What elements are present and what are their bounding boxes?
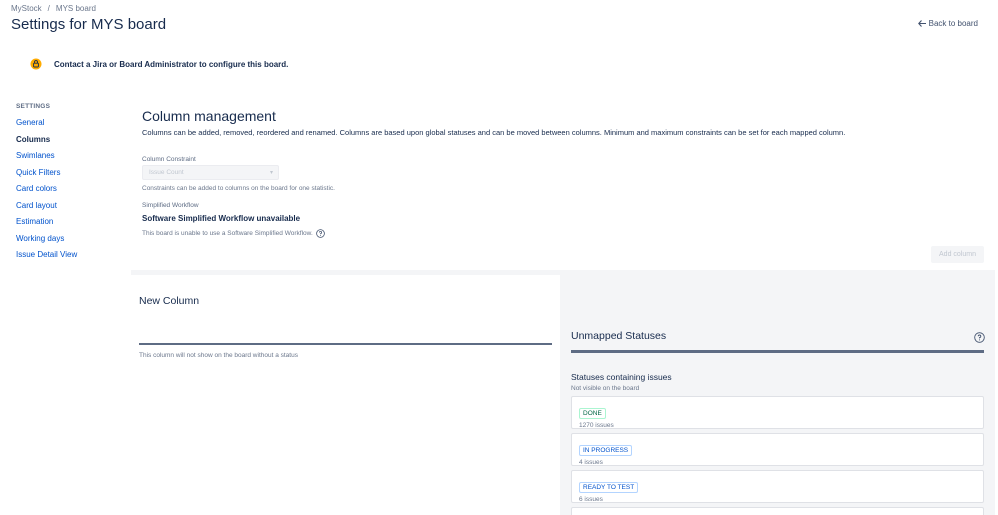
sidebar-item-card-layout[interactable]: Card layout (16, 198, 116, 215)
settings-sidebar: SETTINGS General Columns Swimlanes Quick… (16, 103, 116, 264)
back-to-board-link[interactable]: Back to board (917, 19, 978, 28)
status-lozenge: DONE (579, 408, 606, 419)
simplified-workflow-title: Software Simplified Workflow unavailable (142, 214, 301, 223)
sidebar-item-columns[interactable]: Columns (16, 132, 116, 149)
sidebar-item-quick-filters[interactable]: Quick Filters (16, 165, 116, 182)
breadcrumb-board-link[interactable]: MYS board (56, 4, 96, 13)
column-constraint-select[interactable]: Issue Count ▾ (142, 165, 279, 180)
sidebar-item-general[interactable]: General (16, 115, 116, 132)
sidebar-item-estimation[interactable]: Estimation (16, 214, 116, 231)
section-title: Column management (142, 108, 276, 124)
status-card-partial[interactable] (571, 507, 984, 515)
statuses-heading: Statuses containing issues (571, 372, 672, 382)
question-circle-icon[interactable] (315, 229, 325, 238)
unmapped-divider (571, 350, 984, 353)
arrow-left-icon (917, 20, 926, 27)
status-card-in-progress[interactable]: IN PROGRESS 4 issues (571, 433, 984, 466)
back-to-board-label: Back to board (928, 19, 978, 28)
new-column-title[interactable]: New Column (139, 295, 199, 307)
status-issue-count: 1270 issues (579, 422, 614, 429)
simplified-workflow-help: This board is unable to use a Software S… (142, 229, 325, 238)
unmapped-statuses-title: Unmapped Statuses (571, 330, 667, 342)
breadcrumb-project-link[interactable]: MyStock (11, 4, 42, 13)
sidebar-item-card-colors[interactable]: Card colors (16, 181, 116, 198)
permission-warning: Contact a Jira or Board Administrator to… (30, 58, 288, 70)
column-constraint-label: Column Constraint (142, 156, 196, 163)
help-icon[interactable] (974, 332, 985, 343)
new-column-panel: New Column This column will not show on … (131, 275, 560, 515)
chevron-down-icon: ▾ (269, 170, 273, 176)
breadcrumb: MyStock / MYS board (11, 4, 96, 13)
column-management-section: Column management Columns can be added, … (142, 108, 984, 137)
unmapped-statuses-panel: Unmapped Statuses Statuses containing is… (571, 330, 985, 515)
breadcrumb-separator: / (47, 4, 50, 13)
simplified-workflow-help-text: This board is unable to use a Software S… (142, 230, 313, 237)
sidebar-item-swimlanes[interactable]: Swimlanes (16, 148, 116, 165)
sidebar-item-working-days[interactable]: Working days (16, 231, 116, 248)
column-constraint-value: Issue Count (149, 169, 184, 176)
warning-text: Contact a Jira or Board Administrator to… (54, 59, 289, 69)
status-lozenge: READY TO TEST (579, 482, 639, 493)
page-title: Settings for MYS board (11, 16, 167, 33)
new-column-hint: This column will not show on the board w… (139, 352, 298, 359)
lock-warning-icon (30, 58, 42, 70)
sidebar-item-issue-detail-view[interactable]: Issue Detail View (16, 247, 116, 264)
status-card-done[interactable]: DONE 1270 issues (571, 396, 984, 429)
add-column-button[interactable]: Add column (931, 246, 984, 263)
status-lozenge: IN PROGRESS (579, 445, 633, 456)
status-issue-count: 4 issues (579, 459, 603, 466)
simplified-workflow-label: Simplified Workflow (142, 202, 199, 209)
section-description: Columns can be added, removed, reordered… (142, 128, 846, 137)
status-issue-count: 6 issues (579, 496, 603, 503)
new-column-divider (139, 343, 552, 345)
status-card-ready-to-test[interactable]: READY TO TEST 6 issues (571, 470, 984, 503)
statuses-subheading: Not visible on the board (571, 385, 640, 392)
column-constraint-help: Constraints can be added to columns on t… (142, 185, 335, 192)
sidebar-heading: SETTINGS (16, 103, 51, 110)
